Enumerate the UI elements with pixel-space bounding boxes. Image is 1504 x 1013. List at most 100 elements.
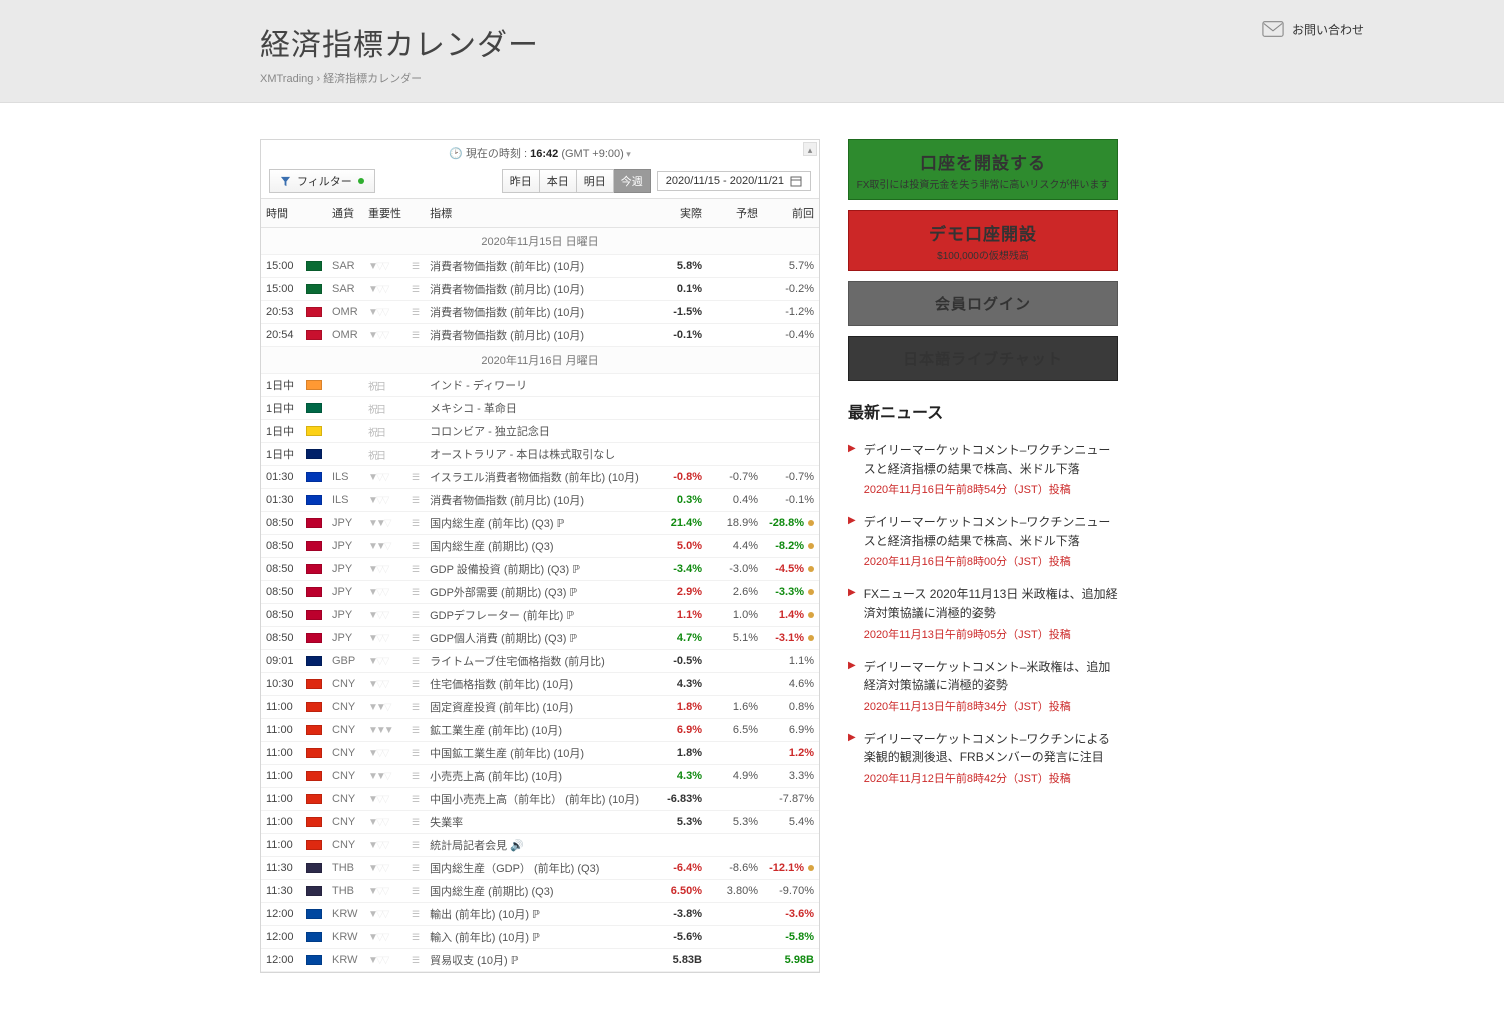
calendar-row[interactable]: 20:54OMR▼▽▽☰消費者物価指数 (前月比) (10月)-0.1%-0.4… (261, 324, 819, 347)
calendar-row[interactable]: 08:50JPY▼▽▽☰GDP 設備投資 (前期比) (Q3) ℙ-3.4%-3… (261, 558, 819, 581)
cell-actual: 1.8% (651, 696, 707, 719)
range-today[interactable]: 本日 (540, 169, 577, 193)
login-button[interactable]: 会員ログイン (848, 281, 1118, 326)
cell-expand-icon[interactable]: ☰ (407, 742, 425, 765)
range-yesterday[interactable]: 昨日 (502, 169, 540, 193)
col-currency[interactable]: 通貨 (327, 199, 363, 228)
cell-actual (651, 374, 707, 397)
calendar-row[interactable]: 11:00CNY▼▽▽☰失業率5.3%5.3%5.4% (261, 811, 819, 834)
news-item[interactable]: ▶デイリーマーケットコメント–ワクチンニュースと経済指標の結果で株高、米ドル下落… (848, 433, 1118, 505)
cell-importance: ▼▽▽ (363, 278, 407, 301)
date-range-input[interactable]: 2020/11/15 - 2020/11/21 (657, 171, 811, 191)
cell-expand-icon[interactable]: ☰ (407, 673, 425, 696)
cell-previous: 5.98B (763, 949, 819, 972)
cell-actual (651, 443, 707, 466)
col-actual[interactable]: 実際 (651, 199, 707, 228)
contact-link[interactable]: お問い合わせ (1262, 20, 1364, 38)
cell-flag-icon (301, 627, 327, 650)
clock-row[interactable]: 🕑 現在の時刻 : 16:42 (GMT +9:00) (261, 140, 819, 164)
col-forecast[interactable]: 予想 (707, 199, 763, 228)
calendar-row[interactable]: 1日中祝日インド - ディワーリ (261, 374, 819, 397)
calendar-row[interactable]: 11:30THB▼▽▽☰国内総生産 (前期比) (Q3)6.50%3.80%-9… (261, 880, 819, 903)
calendar-row[interactable]: 01:30ILS▼▽▽☰消費者物価指数 (前月比) (10月)0.3%0.4%-… (261, 489, 819, 512)
demo-account-button[interactable]: デモ口座開設 $100,000の仮想残高 (848, 210, 1118, 271)
cell-expand-icon[interactable]: ☰ (407, 834, 425, 857)
cell-forecast: 6.5% (707, 719, 763, 742)
cell-expand-icon[interactable]: ☰ (407, 535, 425, 558)
cell-expand-icon[interactable]: ☰ (407, 857, 425, 880)
cell-expand-icon[interactable]: ☰ (407, 627, 425, 650)
news-item[interactable]: ▶FXニュース 2020年11月13日 米政権は、追加経済対策協議に消極的姿勢2… (848, 577, 1118, 649)
calendar-row[interactable]: 12:00KRW▼▽▽☰輸入 (前年比) (10月) ℙ-5.6%-5.8% (261, 926, 819, 949)
cell-expand-icon[interactable]: ☰ (407, 903, 425, 926)
cell-expand-icon[interactable]: ☰ (407, 696, 425, 719)
calendar-row[interactable]: 1日中祝日コロンビア - 独立記念日 (261, 420, 819, 443)
calendar-row[interactable]: 1日中祝日オーストラリア - 本日は株式取引なし (261, 443, 819, 466)
live-chat-button[interactable]: 日本語ライブチャット (848, 336, 1118, 381)
cell-expand-icon[interactable]: ☰ (407, 466, 425, 489)
calendar-row[interactable]: 10:30CNY▼▽▽☰住宅価格指数 (前年比) (10月)4.3%4.6% (261, 673, 819, 696)
col-importance[interactable]: 重要性 (363, 199, 407, 228)
calendar-row[interactable]: 08:50JPY▼▼▽☰国内総生産 (前年比) (Q3) ℙ21.4%18.9%… (261, 512, 819, 535)
range-tomorrow[interactable]: 明日 (577, 169, 614, 193)
calendar-row[interactable]: 11:00CNY▼▽▽☰中国鉱工業生産 (前年比) (10月)1.8%1.2% (261, 742, 819, 765)
news-item[interactable]: ▶デイリーマーケットコメント–ワクチンニュースと経済指標の結果で株高、米ドル下落… (848, 505, 1118, 577)
calendar-row[interactable]: 12:00KRW▼▽▽☰貿易収支 (10月) ℙ5.83B5.98B (261, 949, 819, 972)
cell-expand-icon[interactable]: ☰ (407, 719, 425, 742)
calendar-row[interactable]: 08:50JPY▼▽▽☰GDP個人消費 (前期比) (Q3) ℙ4.7%5.1%… (261, 627, 819, 650)
cell-expand-icon[interactable]: ☰ (407, 765, 425, 788)
cell-expand-icon[interactable]: ☰ (407, 581, 425, 604)
cell-forecast: 0.4% (707, 489, 763, 512)
cell-expand-icon[interactable]: ☰ (407, 558, 425, 581)
calendar-row[interactable]: 11:00CNY▼▼▽☰小売売上高 (前年比) (10月)4.3%4.9%3.3… (261, 765, 819, 788)
cell-expand-icon[interactable]: ☰ (407, 301, 425, 324)
cell-expand-icon[interactable]: ☰ (407, 604, 425, 627)
calendar-row[interactable]: 11:00CNY▼▼▽☰固定資産投資 (前年比) (10月)1.8%1.6%0.… (261, 696, 819, 719)
col-flag (301, 199, 327, 228)
calendar-row[interactable]: 1日中祝日メキシコ - 革命日 (261, 397, 819, 420)
cell-expand-icon[interactable]: ☰ (407, 489, 425, 512)
news-item[interactable]: ▶デイリーマーケットコメント–ワクチンによる楽観的観測後退、FRBメンバーの発言… (848, 722, 1118, 794)
calendar-row[interactable]: 11:00CNY▼▽▽☰中国小売売上高（前年比） (前年比) (10月)-6.8… (261, 788, 819, 811)
calendar-row[interactable]: 08:50JPY▼▽▽☰GDPデフレーター (前年比) ℙ1.1%1.0%1.4… (261, 604, 819, 627)
cell-currency: KRW (327, 903, 363, 926)
calendar-row[interactable]: 09:01GBP▼▽▽☰ライトムーブ住宅価格指数 (前月比)-0.5%1.1% (261, 650, 819, 673)
filter-button[interactable]: フィルター (269, 169, 375, 193)
cell-currency: ILS (327, 466, 363, 489)
news-meta: 2020年11月12日午前8時42分（JST）投稿 (864, 770, 1118, 786)
cell-expand-icon[interactable]: ☰ (407, 788, 425, 811)
cell-forecast: 4.9% (707, 765, 763, 788)
cell-previous: 5.4% (763, 811, 819, 834)
cell-expand-icon[interactable]: ☰ (407, 811, 425, 834)
breadcrumb-root[interactable]: XMTrading (260, 73, 313, 85)
calendar-row[interactable]: 20:53OMR▼▽▽☰消費者物価指数 (前年比) (10月)-1.5%-1.2… (261, 301, 819, 324)
cell-expand-icon[interactable]: ☰ (407, 650, 425, 673)
cell-expand-icon[interactable]: ☰ (407, 880, 425, 903)
open-account-button[interactable]: 口座を開設する FX取引には投資元金を失う非常に高いリスクが伴います (848, 139, 1118, 200)
cell-importance: ▼▽▽ (363, 949, 407, 972)
col-time[interactable]: 時間 (261, 199, 301, 228)
calendar-row[interactable]: 01:30ILS▼▽▽☰イスラエル消費者物価指数 (前年比) (10月)-0.8… (261, 466, 819, 489)
calendar-row[interactable]: 08:50JPY▼▼▽☰国内総生産 (前期比) (Q3)5.0%4.4%-8.2… (261, 535, 819, 558)
calendar-row[interactable]: 15:00SAR▼▽▽☰消費者物価指数 (前年比) (10月)5.8%5.7% (261, 255, 819, 278)
cell-sp (407, 374, 425, 397)
calendar-row[interactable]: 08:50JPY▼▽▽☰GDP外部需要 (前期比) (Q3) ℙ2.9%2.6%… (261, 581, 819, 604)
calendar-row[interactable]: 12:00KRW▼▽▽☰輸出 (前年比) (10月) ℙ-3.8%-3.6% (261, 903, 819, 926)
news-item[interactable]: ▶デイリーマーケットコメント–米政権は、追加経済対策協議に消極的姿勢2020年1… (848, 650, 1118, 722)
calendar-row[interactable]: 11:00CNY▼▽▽☰統計局記者会見 🔊 (261, 834, 819, 857)
clock-prefix: 現在の時刻 : (466, 148, 527, 160)
cell-indicator: GDP 設備投資 (前期比) (Q3) ℙ (425, 558, 651, 581)
col-previous[interactable]: 前回 (763, 199, 819, 228)
col-indicator[interactable]: 指標 (425, 199, 651, 228)
cell-expand-icon[interactable]: ☰ (407, 278, 425, 301)
calendar-row[interactable]: 11:00CNY▼▼▼☰鉱工業生産 (前年比) (10月)6.9%6.5%6.9… (261, 719, 819, 742)
cell-expand-icon[interactable]: ☰ (407, 926, 425, 949)
scroll-up-icon[interactable]: ▴ (803, 142, 817, 156)
cell-expand-icon[interactable]: ☰ (407, 512, 425, 535)
cell-expand-icon[interactable]: ☰ (407, 949, 425, 972)
calendar-row[interactable]: 11:30THB▼▽▽☰国内総生産（GDP） (前年比) (Q3)-6.4%-8… (261, 857, 819, 880)
range-thisweek[interactable]: 今週 (614, 169, 651, 193)
cell-expand-icon[interactable]: ☰ (407, 324, 425, 347)
cell-expand-icon[interactable]: ☰ (407, 255, 425, 278)
calendar-row[interactable]: 15:00SAR▼▽▽☰消費者物価指数 (前月比) (10月)0.1%-0.2% (261, 278, 819, 301)
